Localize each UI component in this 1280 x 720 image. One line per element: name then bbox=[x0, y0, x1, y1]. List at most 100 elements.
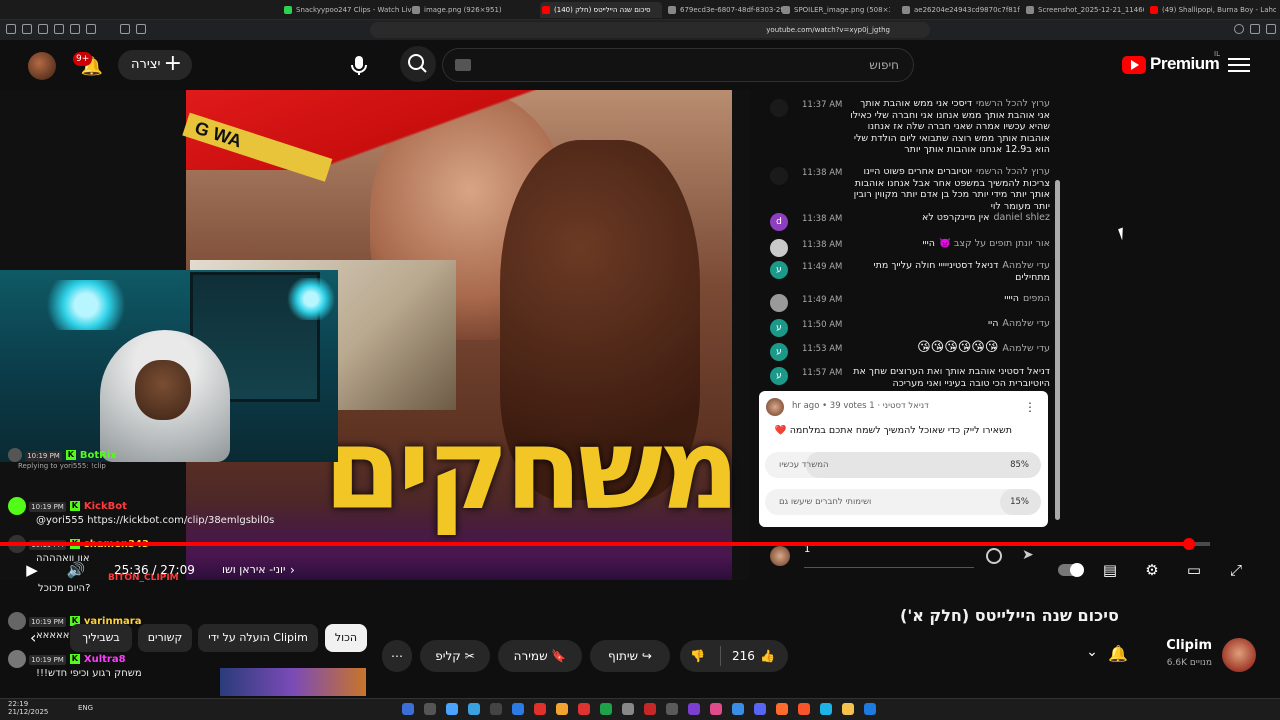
like-count[interactable]: 216 bbox=[732, 640, 755, 672]
chat-author-avatar[interactable]: d bbox=[770, 213, 788, 231]
app-icon[interactable] bbox=[512, 703, 524, 715]
address-bar[interactable]: youtube.com/watch?v=xyp0j_jgthg bbox=[370, 22, 930, 38]
chat-author-avatar[interactable]: ע bbox=[770, 319, 788, 337]
account-avatar[interactable] bbox=[28, 52, 56, 80]
chat-author[interactable]: ערוץ להכל הרשמי bbox=[976, 98, 1050, 109]
app-icon[interactable] bbox=[600, 703, 612, 715]
folder-icon[interactable] bbox=[842, 703, 854, 715]
app-icon[interactable] bbox=[490, 703, 502, 715]
chip-all[interactable]: הכול bbox=[325, 624, 367, 652]
chat-author-avatar[interactable] bbox=[770, 99, 788, 117]
chat-author-avatar[interactable]: ע bbox=[770, 367, 788, 385]
dislike-icon[interactable]: 👎 bbox=[690, 640, 705, 672]
share-button[interactable]: שיתוף ↪ bbox=[590, 640, 670, 672]
split-icon[interactable] bbox=[70, 24, 80, 34]
tab-active-youtube[interactable]: סיכום שנה היילייטס (חלק (140) bbox=[540, 2, 662, 18]
progress-scrubber[interactable] bbox=[1183, 538, 1196, 550]
chip-uploaded-by[interactable]: הועלה על ידי Clipim bbox=[198, 624, 318, 652]
chevron-right-icon[interactable]: › bbox=[290, 563, 295, 577]
tabs-icon[interactable] bbox=[38, 24, 48, 34]
theater-mode-icon[interactable]: ▭ bbox=[1182, 558, 1206, 582]
tab-screenshot[interactable]: Screenshot_2025-12-21_114606.png bbox=[1024, 2, 1144, 18]
chat-message-input[interactable]: 1 bbox=[804, 544, 974, 568]
chip-for-you[interactable]: בשביליך bbox=[70, 624, 132, 652]
app-icon[interactable] bbox=[688, 703, 700, 715]
windows-icon[interactable] bbox=[864, 703, 876, 715]
save-button[interactable]: שמירה 🔖 bbox=[498, 640, 582, 672]
voice-search-mic-icon[interactable] bbox=[344, 50, 374, 80]
app-icon[interactable] bbox=[644, 703, 656, 715]
chevron-down-icon[interactable]: ⌄ bbox=[1082, 644, 1102, 668]
chat-author-avatar[interactable] bbox=[770, 294, 788, 312]
clip-button[interactable]: קליפ ✂ bbox=[420, 640, 490, 672]
chat-author[interactable]: ערוץ להכל הרשמי bbox=[976, 166, 1050, 177]
chip-related[interactable]: קשורים bbox=[138, 624, 192, 652]
chat-author[interactable]: עדי שלמהA bbox=[1002, 318, 1050, 329]
settings-gear-icon[interactable]: ⚙ bbox=[1140, 558, 1164, 582]
discord-icon[interactable] bbox=[754, 703, 766, 715]
tab-shallipopi[interactable]: (49) Shallipopi, Burna Boy - Laho II ( bbox=[1148, 2, 1276, 18]
chat-author[interactable]: עדי שלמהA bbox=[1002, 343, 1050, 354]
search-button-icon[interactable] bbox=[400, 46, 436, 82]
chat-author[interactable]: המפים bbox=[1023, 293, 1050, 304]
reload-icon[interactable] bbox=[1234, 24, 1244, 34]
back-icon[interactable] bbox=[1266, 24, 1276, 34]
language-indicator[interactable]: ENG bbox=[78, 704, 93, 712]
send-icon[interactable]: ➤ bbox=[1022, 547, 1040, 565]
edge-icon[interactable] bbox=[820, 703, 832, 715]
chat-author-avatar[interactable]: ע bbox=[770, 261, 788, 279]
tab-menu-icon[interactable]: ⊕ bbox=[20, 2, 34, 18]
hamburger-menu-icon[interactable] bbox=[1228, 54, 1250, 76]
tab-hash-image[interactable]: ae26204e24943cd9870c7f81f6557f6 bbox=[900, 2, 1020, 18]
chapter-title[interactable]: יוני- איראן ושו bbox=[222, 563, 285, 576]
chevron-left-icon[interactable]: ‹ bbox=[30, 628, 36, 647]
app-icon[interactable] bbox=[578, 703, 590, 715]
like-icon[interactable]: 👍 bbox=[760, 640, 775, 672]
settings-taskbar-icon[interactable] bbox=[622, 703, 634, 715]
tab-uuid-image[interactable]: 679ecd3e-6807-48df-8303-2fedd9e bbox=[666, 2, 786, 18]
chat-author-avatar[interactable] bbox=[770, 239, 788, 257]
app-icon[interactable] bbox=[732, 703, 744, 715]
tab-snackyypoo[interactable]: Snackyypoo247 Clips - Watch Live o bbox=[282, 2, 412, 18]
app-icon[interactable] bbox=[446, 703, 458, 715]
start-icon[interactable] bbox=[402, 703, 414, 715]
chat-author[interactable]: daniel shlez bbox=[994, 212, 1050, 223]
poll-option[interactable]: ושימותי לחברים שיעשו גם 15% bbox=[765, 489, 1041, 515]
tab-spoiler-image[interactable]: SPOILER_image.png (508×372) bbox=[780, 2, 890, 18]
poll-option[interactable]: המשרד עכשיו 85% bbox=[765, 452, 1041, 478]
chat-author[interactable]: עדי שלמהA bbox=[1002, 260, 1050, 271]
sidebar-icon[interactable] bbox=[6, 24, 16, 34]
chat-icon[interactable] bbox=[136, 24, 146, 34]
extensions-icon[interactable] bbox=[120, 24, 130, 34]
play-icon[interactable]: ▶ bbox=[20, 558, 44, 582]
fullscreen-icon[interactable]: ⤢ bbox=[1224, 558, 1248, 582]
keyboard-icon[interactable] bbox=[455, 59, 471, 71]
tab-image-png[interactable]: image.png (926×951) bbox=[410, 2, 530, 18]
create-button[interactable]: יצירה + bbox=[118, 50, 192, 80]
notification-bell-icon[interactable]: 🔔 bbox=[1106, 644, 1130, 668]
app-icon[interactable] bbox=[556, 703, 568, 715]
reader-icon[interactable] bbox=[54, 24, 64, 34]
forward-icon[interactable] bbox=[1250, 24, 1260, 34]
subtitles-icon[interactable]: ▤ bbox=[1098, 558, 1122, 582]
channel-avatar[interactable] bbox=[1222, 638, 1256, 672]
chat-scrollbar[interactable] bbox=[1055, 180, 1060, 520]
brave-icon[interactable] bbox=[798, 703, 810, 715]
search-taskbar-icon[interactable] bbox=[424, 703, 436, 715]
poll-more-icon[interactable]: ⋮ bbox=[1024, 399, 1036, 415]
app-icon[interactable] bbox=[710, 703, 722, 715]
chat-author[interactable]: אור יונתן תופים על קצב 👿 bbox=[939, 238, 1050, 249]
app-icon[interactable] bbox=[534, 703, 546, 715]
channel-name[interactable]: Clipim bbox=[1138, 638, 1212, 653]
emoji-icon[interactable] bbox=[986, 548, 1002, 564]
chat-author-avatar[interactable]: ע bbox=[770, 343, 788, 361]
autoplay-toggle[interactable] bbox=[1058, 558, 1084, 582]
app-icon[interactable] bbox=[666, 703, 678, 715]
shield-icon[interactable] bbox=[22, 24, 32, 34]
volume-icon[interactable]: 🔊 bbox=[64, 558, 88, 582]
download-icon[interactable] bbox=[86, 24, 96, 34]
ad-banner-thumbnail[interactable] bbox=[220, 668, 366, 696]
app-icon[interactable] bbox=[776, 703, 788, 715]
app-icon[interactable] bbox=[468, 703, 480, 715]
chat-author-avatar[interactable] bbox=[770, 167, 788, 185]
